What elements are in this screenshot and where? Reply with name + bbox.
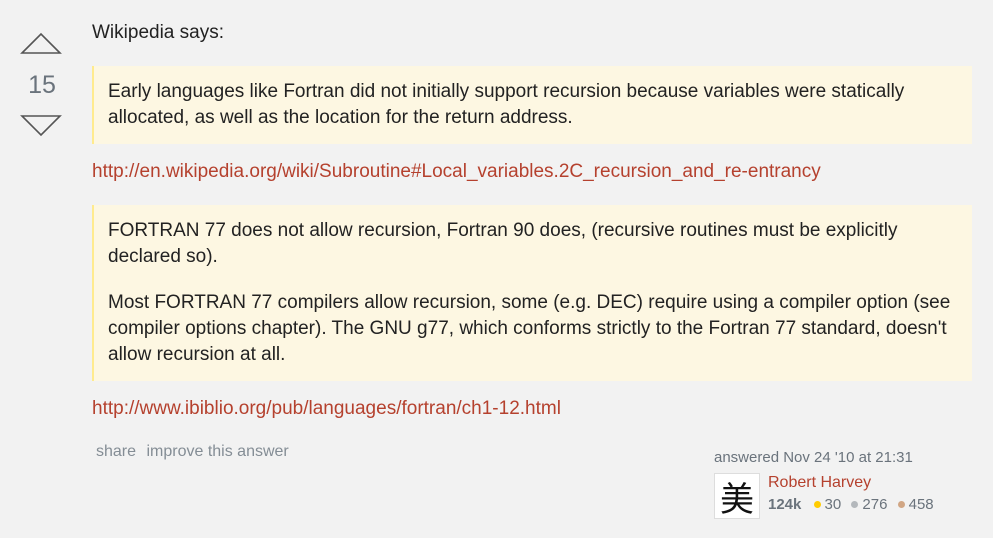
link-paragraph: http://www.ibiblio.org/pub/languages/for… bbox=[92, 396, 972, 422]
link-paragraph: http://en.wikipedia.org/wiki/Subroutine#… bbox=[92, 159, 972, 185]
reputation-score: 124k bbox=[768, 496, 802, 513]
silver-badge-count: 276 bbox=[862, 496, 888, 513]
answered-timestamp: answered Nov 24 '10 at 21:31 bbox=[714, 449, 913, 466]
ibiblio-link[interactable]: http://www.ibiblio.org/pub/languages/for… bbox=[92, 398, 561, 419]
wikipedia-link[interactable]: http://en.wikipedia.org/wiki/Subroutine#… bbox=[92, 161, 821, 182]
post-text: Wikipedia says: Early languages like For… bbox=[92, 18, 972, 422]
vote-cell: 15 bbox=[18, 28, 66, 140]
silver-badge-icon bbox=[851, 501, 859, 509]
vote-count: 15 bbox=[28, 71, 56, 99]
quote-text: FORTRAN 77 does not allow recursion, For… bbox=[108, 220, 898, 267]
reputation-line: 124k 30 276 458 bbox=[768, 494, 938, 516]
avatar[interactable]: 美 bbox=[714, 473, 760, 520]
user-details: Robert Harvey 124k 30 276 458 bbox=[768, 472, 938, 516]
blockquote-fortran: FORTRAN 77 does not allow recursion, For… bbox=[92, 205, 972, 381]
share-link[interactable]: share bbox=[96, 443, 136, 460]
intro-text: Wikipedia says: bbox=[92, 22, 224, 43]
improve-answer-link[interactable]: improve this answer bbox=[146, 443, 288, 460]
post-menu: share improve this answer bbox=[96, 443, 295, 461]
upvote-button[interactable] bbox=[18, 28, 64, 58]
triangle-down-icon bbox=[20, 115, 62, 137]
gold-badge-count: 30 bbox=[824, 496, 842, 513]
blockquote-wikipedia: Early languages like Fortran did not ini… bbox=[92, 66, 972, 144]
quote-text: Most FORTRAN 77 compilers allow recursio… bbox=[108, 292, 951, 365]
user-name-link[interactable]: Robert Harvey bbox=[768, 472, 938, 494]
user-info: 美 Robert Harvey 124k 30 276 458 bbox=[714, 472, 974, 520]
triangle-up-icon bbox=[20, 32, 62, 54]
quote-text: Early languages like Fortran did not ini… bbox=[108, 81, 905, 128]
answer-page: 15 Wikipedia says: Early languages like … bbox=[0, 0, 993, 538]
gold-badge-icon bbox=[813, 501, 821, 509]
downvote-button[interactable] bbox=[18, 110, 64, 140]
bronze-badge-count: 458 bbox=[908, 496, 934, 513]
user-card: answered Nov 24 '10 at 21:31 美 Robert Ha… bbox=[714, 449, 974, 520]
bronze-badge-icon bbox=[897, 501, 905, 509]
